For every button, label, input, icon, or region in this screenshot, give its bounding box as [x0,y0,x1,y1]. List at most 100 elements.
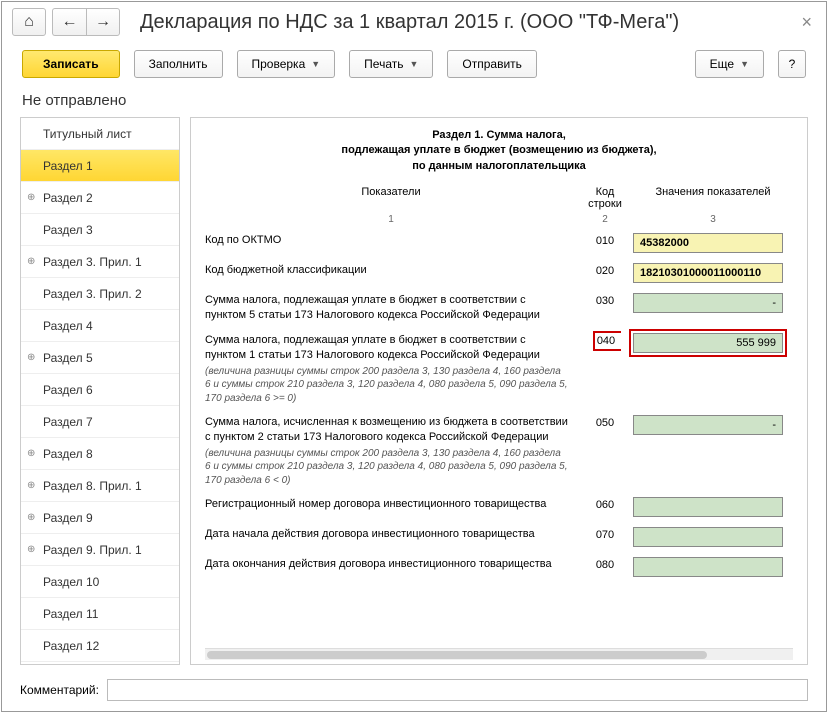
sidebar-item-4[interactable]: ⊕ Раздел 3. Прил. 1 [21,246,179,278]
sidebar-item-9[interactable]: Раздел 7 [21,406,179,438]
row-label: Регистрационный номер договора инвестици… [205,497,577,512]
sidebar-item-label: Раздел 8 [43,447,93,461]
sidebar-item-label: Раздел 1 [43,159,93,173]
row-note: (величина разницы суммы строк 200 раздел… [205,365,569,406]
value-field-030[interactable] [633,293,783,313]
scrollbar-thumb[interactable] [207,651,707,659]
sub-header: 1 2 3 [205,214,793,225]
section-heading: Раздел 1. Сумма налога, подлежащая уплат… [205,128,793,174]
expand-icon[interactable]: ⊕ [27,256,35,267]
form-row-010: Код по ОКТМО01045382000 [205,233,793,253]
sidebar-item-label: Раздел 9. Прил. 1 [43,543,142,557]
sidebar-item-label: Раздел 10 [43,575,99,589]
expand-icon[interactable]: ⊕ [27,192,35,203]
sidebar-item-2[interactable]: ⊕Раздел 2 [21,182,179,214]
row-code: 060 [577,497,633,511]
sidebar-item-13[interactable]: ⊕ Раздел 9. Прил. 1 [21,534,179,566]
row-code: 010 [577,233,633,247]
sidebar-item-12[interactable]: ⊕ Раздел 9 [21,502,179,534]
columns-header: Показатели Кодстроки Значения показателе… [205,186,793,210]
expand-icon[interactable]: ⊕ [27,352,35,363]
row-label: Код по ОКТМО [205,233,577,248]
sidebar-item-label: Раздел 5 [43,351,93,365]
close-button[interactable]: × [797,12,816,33]
expand-icon[interactable]: ⊕ [27,480,35,491]
sidebar-item-label: Раздел 8. Прил. 1 [43,479,142,493]
check-button[interactable]: Проверка ▼ [237,50,336,78]
row-code: 040 [577,333,633,347]
sidebar-item-11[interactable]: ⊕ Раздел 8. Прил. 1 [21,470,179,502]
window: ⌂ ← → Декларация по НДС за 1 квартал 201… [1,1,827,712]
value-field-070[interactable] [633,527,783,547]
value-field-060[interactable] [633,497,783,517]
print-button[interactable]: Печать ▼ [349,50,433,78]
row-value-cell: 18210301000011000110 [633,263,793,283]
sidebar: Титульный лист Раздел 1 ⊕Раздел 2 Раздел 3 ⊕… [20,117,180,665]
sidebar-item-label: Раздел 3 [43,223,93,237]
row-value-cell [633,527,793,547]
row-code: 070 [577,527,633,541]
check-label: Проверка [252,57,306,71]
sidebar-item-3[interactable]: Раздел 3 [21,214,179,246]
col-values: Значения показателей [633,186,793,210]
sidebar-item-1[interactable]: Раздел 1 [21,150,179,182]
value-field-080[interactable] [633,557,783,577]
sidebar-item-8[interactable]: Раздел 6 [21,374,179,406]
footer: Комментарий: [2,673,826,711]
sidebar-item-label: Титульный лист [43,127,132,141]
expand-icon[interactable]: ⊕ [27,544,35,555]
row-value-cell [633,293,793,313]
row-code: 020 [577,263,633,277]
fill-button[interactable]: Заполнить [134,50,223,78]
sidebar-item-15[interactable]: Раздел 11 [21,598,179,630]
close-icon: × [801,12,812,32]
sidebar-item-10[interactable]: ⊕ Раздел 8 [21,438,179,470]
send-button[interactable]: Отправить [447,50,537,78]
value-field-040[interactable]: 555 999 [633,333,783,353]
sidebar-item-14[interactable]: Раздел 10 [21,566,179,598]
sidebar-item-label: Раздел 11 [43,607,98,621]
sidebar-item-label: Раздел 9 [43,511,93,525]
forward-button[interactable]: → [86,8,120,36]
help-button[interactable]: ? [778,50,806,78]
row-code: 030 [577,293,633,307]
row-label: Сумма налога, исчисленная к возмещению и… [205,415,577,487]
chevron-down-icon: ▼ [740,59,749,69]
row-value-cell [633,497,793,517]
sidebar-list[interactable]: Титульный лист Раздел 1 ⊕Раздел 2 Раздел 3 ⊕… [20,117,180,665]
row-note: (величина разницы суммы строк 200 раздел… [205,447,569,488]
record-button[interactable]: Записать [22,50,120,78]
arrow-left-icon: ← [62,13,78,31]
chevron-down-icon: ▼ [311,59,320,69]
sidebar-item-label: Раздел 4 [43,319,93,333]
home-button[interactable]: ⌂ [12,8,46,36]
form-row-030: Сумма налога, подлежащая уплате в бюджет… [205,293,793,323]
row-label: Дата начала действия договора инвестицио… [205,527,577,542]
sidebar-item-6[interactable]: Раздел 4 [21,310,179,342]
value-field-050[interactable] [633,415,783,435]
sidebar-item-7[interactable]: ⊕ Раздел 5 [21,342,179,374]
row-value-cell [633,415,793,435]
sidebar-item-label: Раздел 3. Прил. 1 [43,255,142,269]
sidebar-item-0[interactable]: Титульный лист [21,118,179,150]
titlebar: ⌂ ← → Декларация по НДС за 1 квартал 201… [2,2,826,46]
more-button[interactable]: Еще ▼ [695,50,764,78]
expand-icon[interactable]: ⊕ [27,512,35,523]
row-label: Сумма налога, подлежащая уплате в бюджет… [205,293,577,323]
form-row-060: Регистрационный номер договора инвестици… [205,497,793,517]
sidebar-item-16[interactable]: Раздел 12 [21,630,179,662]
status-text: Не отправлено [2,88,826,117]
body: Титульный лист Раздел 1 ⊕Раздел 2 Раздел 3 ⊕… [2,117,826,673]
comment-input[interactable] [107,679,808,701]
value-field-020[interactable]: 18210301000011000110 [633,263,783,283]
form-row-040: Сумма налога, подлежащая уплате в бюджет… [205,333,793,405]
form-row-070: Дата начала действия договора инвестицио… [205,527,793,547]
back-button[interactable]: ← [52,8,86,36]
expand-icon[interactable]: ⊕ [27,448,35,459]
comment-label: Комментарий: [20,683,99,697]
sidebar-item-5[interactable]: Раздел 3. Прил. 2 [21,278,179,310]
row-code: 050 [577,415,633,429]
sidebar-item-label: Раздел 12 [43,639,99,653]
horizontal-scrollbar[interactable] [205,648,793,660]
value-field-010[interactable]: 45382000 [633,233,783,253]
